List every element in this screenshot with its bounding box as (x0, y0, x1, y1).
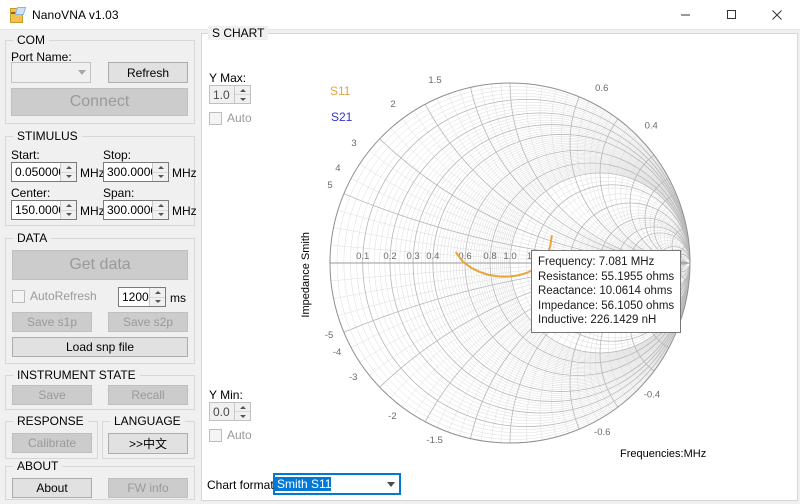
svg-text:-0.6: -0.6 (594, 427, 610, 438)
svg-text:1.5: 1.5 (428, 75, 441, 86)
response-group-label: RESPONSE (13, 414, 88, 428)
tooltip-frequency: Frequency: 7.081 MHz (538, 255, 674, 270)
svg-text:0.6: 0.6 (595, 83, 608, 94)
svg-text:-3: -3 (349, 372, 357, 383)
svg-text:0.1: 0.1 (356, 251, 369, 262)
svg-text:0.4: 0.4 (426, 251, 439, 262)
center-stepper[interactable] (60, 201, 76, 219)
svg-text:-4: -4 (333, 347, 341, 358)
tooltip-impedance: Impedance: 56.1050 ohms (538, 299, 674, 314)
svg-text:0.2: 0.2 (383, 251, 396, 262)
svg-text:1.0: 1.0 (503, 251, 516, 262)
s-chart-group-label: S CHART (208, 26, 268, 40)
start-stepper[interactable] (60, 163, 76, 181)
span-value: 300.000000 (104, 203, 152, 217)
title-bar: NanoVNA v1.03 (0, 0, 800, 30)
center-label: Center: (11, 186, 50, 200)
about-button[interactable]: About (12, 478, 92, 498)
app-window-icon (8, 7, 24, 23)
svg-text:-2: -2 (388, 411, 396, 422)
svg-text:4: 4 (335, 163, 340, 174)
instrument-recall-button[interactable]: Recall (108, 385, 188, 405)
get-data-button[interactable]: Get data (12, 250, 188, 280)
svg-text:5: 5 (327, 180, 332, 191)
smith-chart-svg: 0.10.20.30.40.60.81.01.3200.40.61.52345-… (202, 45, 798, 501)
autorefresh-label: AutoRefresh (30, 289, 97, 303)
maximize-icon[interactable] (708, 0, 754, 29)
start-unit: MHz (80, 166, 105, 180)
center-value: 150.000000 (12, 203, 60, 217)
minimize-icon[interactable] (662, 0, 708, 29)
start-input[interactable]: 0.050000 (11, 162, 77, 182)
instrument-state-group-label: INSTRUMENT STATE (13, 368, 140, 382)
close-icon[interactable] (754, 0, 800, 29)
chevron-down-icon (73, 70, 90, 75)
span-label: Span: (103, 186, 134, 200)
tooltip-resistance: Resistance: 55.1955 ohms (538, 270, 674, 285)
svg-text:0.4: 0.4 (645, 121, 658, 132)
application-window: NanoVNA v1.03 COM Port Name: Refresh Con… (0, 0, 800, 504)
connect-button[interactable]: Connect (11, 88, 188, 116)
start-value: 0.050000 (12, 165, 60, 179)
stop-stepper[interactable] (152, 163, 168, 181)
marker-tooltip: Frequency: 7.081 MHz Resistance: 55.1955… (531, 250, 681, 333)
interval-stepper[interactable] (149, 288, 165, 306)
tooltip-reactance: Reactance: 10.0614 ohms (538, 284, 674, 299)
load-snp-button[interactable]: Load snp file (12, 337, 188, 357)
stop-input[interactable]: 300.000000 (103, 162, 169, 182)
refresh-button[interactable]: Refresh (108, 62, 188, 83)
svg-text:3: 3 (351, 138, 356, 149)
svg-text:-1.5: -1.5 (426, 435, 442, 446)
stop-value: 300.000000 (104, 165, 152, 179)
svg-text:0.3: 0.3 (406, 251, 419, 262)
instrument-save-button[interactable]: Save (12, 385, 92, 405)
language-toggle-button[interactable]: >>中文 (108, 433, 188, 454)
stop-label: Stop: (103, 148, 131, 162)
save-s1p-button[interactable]: Save s1p (12, 312, 92, 332)
data-group-label: DATA (13, 231, 51, 245)
svg-text:-0.4: -0.4 (644, 389, 660, 400)
stop-unit: MHz (172, 166, 197, 180)
save-s2p-button[interactable]: Save s2p (108, 312, 188, 332)
calibrate-button[interactable]: Calibrate (12, 433, 92, 453)
checkbox-box (12, 290, 25, 303)
span-stepper[interactable] (152, 201, 168, 219)
about-group-label: ABOUT (13, 459, 62, 473)
svg-text:0.8: 0.8 (483, 251, 496, 262)
stimulus-group-label: STIMULUS (13, 129, 82, 143)
center-input[interactable]: 150.000000 (11, 200, 77, 220)
span-unit: MHz (172, 204, 197, 218)
svg-text:2: 2 (390, 99, 395, 110)
interval-value: 1200 (119, 290, 149, 304)
language-group-label: LANGUAGE (110, 414, 185, 428)
com-group-label: COM (13, 33, 49, 47)
start-label: Start: (11, 148, 40, 162)
center-unit: MHz (80, 204, 105, 218)
autorefresh-checkbox[interactable]: AutoRefresh (12, 289, 97, 303)
tooltip-inductive: Inductive: 226.1429 nH (538, 313, 674, 328)
svg-text:0.6: 0.6 (458, 251, 471, 262)
svg-text:-5: -5 (325, 330, 333, 341)
fw-info-button[interactable]: FW info (108, 478, 188, 498)
interval-unit: ms (170, 291, 186, 305)
smith-chart[interactable]: 0.10.20.30.40.60.81.01.3200.40.61.52345-… (202, 45, 798, 501)
interval-input[interactable]: 1200 (118, 287, 166, 307)
span-input[interactable]: 300.000000 (103, 200, 169, 220)
port-name-select[interactable] (11, 62, 91, 83)
window-title: NanoVNA v1.03 (32, 8, 119, 22)
